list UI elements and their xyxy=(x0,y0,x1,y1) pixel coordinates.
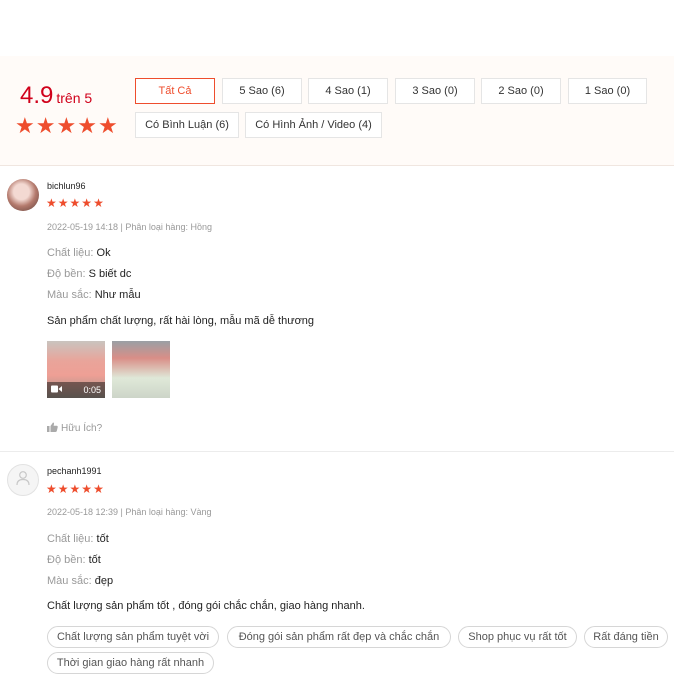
star-icon: ★ xyxy=(97,113,118,138)
review-meta: 2022-05-19 14:18 | Phân loại hàng: Hồng xyxy=(47,222,212,232)
star-icon: ★ xyxy=(93,196,104,210)
star-icon: ★ xyxy=(93,482,104,496)
star-icon: ★ xyxy=(15,113,35,138)
helpful-button[interactable]: Hữu Ích? xyxy=(47,422,102,435)
filter-2-star[interactable]: 2 Sao (0) xyxy=(481,78,561,104)
review-attribute-durability: Độ bền: S biết dc xyxy=(47,268,132,280)
review-tag[interactable]: Thời gian giao hàng rất nhanh xyxy=(47,652,214,674)
filter-with-media[interactable]: Có Hình Ảnh / Video (4) xyxy=(245,112,382,138)
review-image-thumbnail[interactable] xyxy=(112,341,170,398)
review-attribute-material: Chất liệu: tốt xyxy=(47,533,109,545)
review-attribute-color: Màu sắc: đẹp xyxy=(47,575,114,587)
review-attribute-color: Màu sắc: Như mẫu xyxy=(47,289,141,301)
thumbs-up-icon xyxy=(47,422,58,435)
star-icon: ★ xyxy=(46,482,57,496)
star-icon: ★ xyxy=(35,113,56,138)
filter-with-comments[interactable]: Có Bình Luận (6) xyxy=(135,112,239,138)
video-camera-icon xyxy=(51,385,62,395)
review-username[interactable]: bichlun96 xyxy=(47,181,86,191)
filter-5-star[interactable]: 5 Sao (6) xyxy=(222,78,302,104)
star-icon: ★ xyxy=(69,482,81,496)
review-tag[interactable]: Shop phục vụ rất tốt xyxy=(458,626,577,648)
review-star-rating: ★ ★ ★ ★ ★ xyxy=(46,197,104,209)
star-icon: ★ xyxy=(81,196,93,210)
review-username[interactable]: pechanh1991 xyxy=(47,466,102,476)
rating-summary: 4.9 trên 5 ★ ★ ★ ★ ★ Tất Cả 5 Sao (6) 4 S… xyxy=(0,56,674,166)
filter-all[interactable]: Tất Cả xyxy=(135,78,215,104)
review-attribute-material: Chất liệu: Ok xyxy=(47,247,111,259)
star-icon: ★ xyxy=(46,196,57,210)
star-icon: ★ xyxy=(56,113,77,138)
avatar[interactable] xyxy=(7,464,39,496)
star-icon: ★ xyxy=(81,482,93,496)
review-attribute-durability: Độ bền: tốt xyxy=(47,554,101,566)
video-info-bar: 0:05 xyxy=(47,382,105,398)
filter-1-star[interactable]: 1 Sao (0) xyxy=(568,78,647,104)
video-duration: 0:05 xyxy=(83,385,101,395)
review-meta: 2022-05-18 12:39 | Phân loại hàng: Vàng xyxy=(47,507,212,517)
review-tag[interactable]: Rất đáng tiền xyxy=(584,626,668,648)
filter-3-star[interactable]: 3 Sao (0) xyxy=(395,78,475,104)
user-icon xyxy=(15,470,31,491)
review-tag[interactable]: Đóng gói sản phẩm rất đẹp và chắc chắn xyxy=(227,626,451,648)
review-video-thumbnail[interactable]: 0:05 xyxy=(47,341,105,398)
avatar[interactable] xyxy=(7,179,39,211)
review-content: Chất lượng sản phẩm tốt , đóng gói chắc … xyxy=(47,600,365,612)
overall-star-rating: ★ ★ ★ ★ ★ xyxy=(15,113,118,138)
overall-score: 4.9 trên 5 xyxy=(20,82,92,110)
star-icon: ★ xyxy=(57,196,69,210)
star-icon: ★ xyxy=(69,196,81,210)
review-tag[interactable]: Chất lượng sản phẩm tuyệt vời xyxy=(47,626,219,648)
star-icon: ★ xyxy=(57,482,69,496)
score-value: 4.9 xyxy=(20,82,54,109)
helpful-label: Hữu Ích? xyxy=(61,423,103,434)
review-content: Sản phẩm chất lượng, rất hài lòng, mẫu m… xyxy=(47,315,315,327)
review-divider xyxy=(0,451,674,452)
filter-4-star[interactable]: 4 Sao (1) xyxy=(308,78,388,104)
review-star-rating: ★ ★ ★ ★ ★ xyxy=(46,483,104,495)
star-icon: ★ xyxy=(77,113,97,138)
score-suffix: trên 5 xyxy=(56,90,93,106)
